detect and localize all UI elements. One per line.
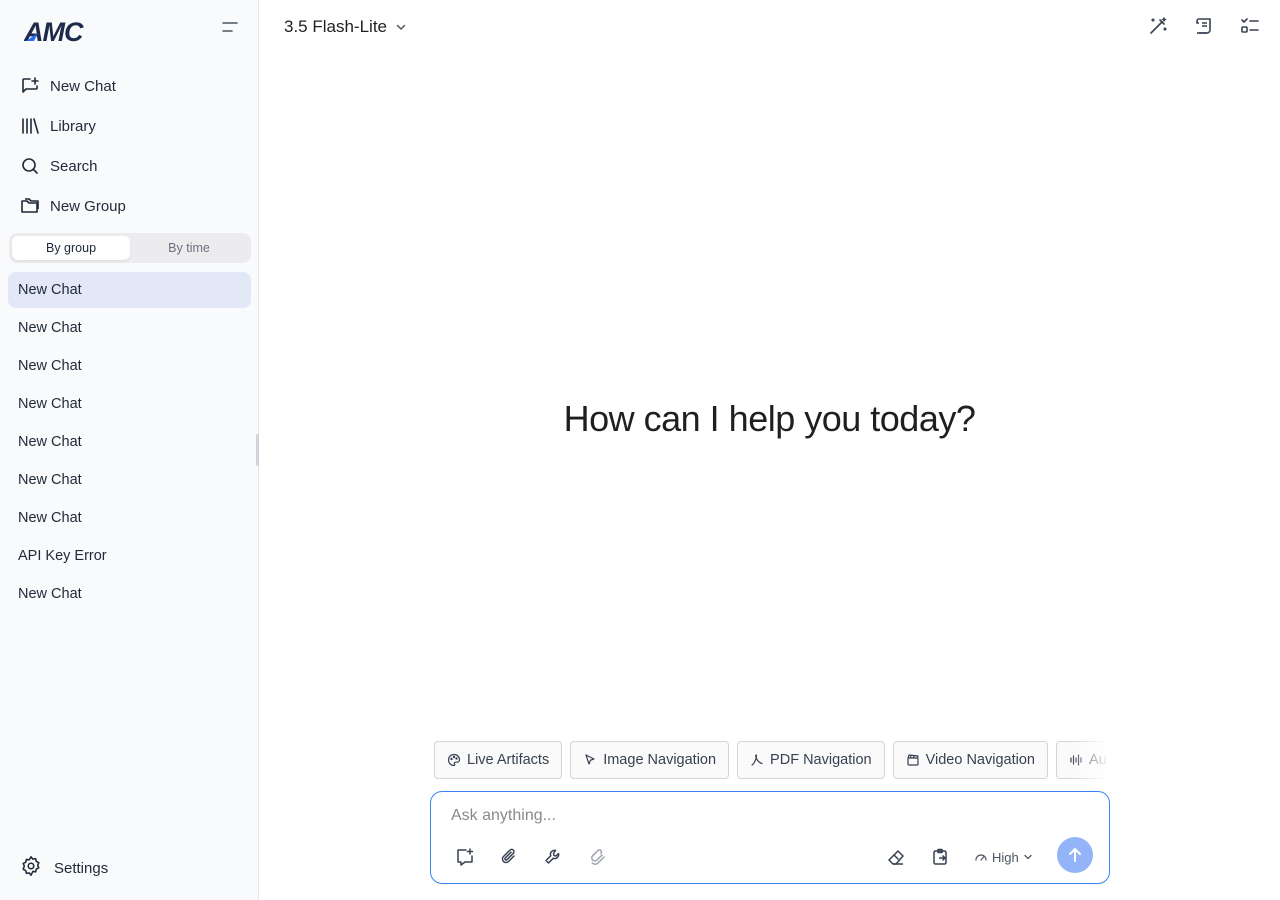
chip-label: Live Artifacts — [467, 752, 550, 768]
settings-button[interactable]: Settings — [20, 852, 108, 884]
chip-label: Image Navigation — [603, 752, 717, 768]
sidebar: AMC New Chat Library Search New Group By… — [0, 0, 259, 900]
chat-list: New Chat New Chat New Chat New Chat New … — [8, 272, 251, 614]
model-selector[interactable]: 3.5 Flash-Lite — [284, 14, 407, 40]
model-name: 3.5 Flash-Lite — [284, 17, 387, 36]
library-icon — [20, 116, 40, 136]
nav-label: Search — [50, 157, 98, 175]
tools-button[interactable] — [541, 845, 565, 869]
gauge-icon — [975, 854, 987, 861]
tab-by-group[interactable]: By group — [12, 236, 130, 260]
greeting-heading: How can I help you today? — [563, 398, 976, 439]
new-chat-icon — [20, 76, 40, 96]
settings-label: Settings — [54, 859, 109, 877]
tab-by-time[interactable]: By time — [130, 236, 248, 260]
new-topic-icon — [457, 848, 474, 866]
nav-label: Library — [50, 117, 96, 135]
chat-list-item[interactable]: New Chat — [8, 272, 251, 308]
chat-list-item[interactable]: New Chat — [8, 348, 251, 384]
chat-list-item[interactable]: New Chat — [8, 310, 251, 346]
task-list-button[interactable] — [1238, 14, 1262, 38]
new-topic-button[interactable] — [453, 845, 477, 869]
chat-list-item[interactable]: New Chat — [8, 386, 251, 422]
paperclip-icon — [501, 848, 515, 864]
amc-logo[interactable]: AMC — [23, 16, 126, 47]
clapperboard-icon — [906, 753, 920, 767]
chevron-down-icon — [1024, 854, 1032, 860]
search-icon — [20, 156, 40, 176]
chip-label: Video Navigation — [925, 752, 1035, 768]
nav-new-group[interactable]: New Group — [12, 188, 248, 224]
reasoning-effort-value: High — [992, 849, 1019, 865]
nav-new-chat[interactable]: New Chat — [12, 68, 248, 104]
attach-file-button[interactable] — [497, 845, 521, 869]
suggestion-chips: Live Artifacts Image Navigation PDF Navi… — [434, 741, 1110, 779]
collapse-icon — [222, 22, 238, 32]
message-input[interactable] — [451, 804, 1071, 828]
send-button[interactable] — [1057, 837, 1093, 873]
chip-live-artifacts[interactable]: Live Artifacts — [434, 741, 563, 779]
clear-context-button[interactable] — [884, 845, 908, 869]
folder-icon — [20, 196, 40, 216]
eraser-icon — [888, 850, 904, 865]
nav-label: New Chat — [50, 77, 116, 95]
paperclip-multi-icon — [591, 849, 605, 865]
message-composer: High — [430, 791, 1110, 884]
chat-list-item[interactable]: New Chat — [8, 576, 251, 612]
paste-context-button[interactable] — [928, 845, 952, 869]
task-list-icon — [1241, 18, 1259, 33]
magic-wand-icon — [1150, 17, 1167, 34]
logo-text: AMC — [24, 17, 84, 46]
prompt-scroll-icon — [1196, 18, 1211, 34]
chevron-down-icon — [395, 21, 407, 33]
knowledge-base-button[interactable] — [585, 845, 609, 869]
nav-search[interactable]: Search — [12, 148, 248, 184]
collapse-sidebar-button[interactable] — [218, 16, 240, 38]
chat-list-item[interactable]: New Chat — [8, 424, 251, 460]
chip-video-navigation[interactable]: Video Navigation — [892, 741, 1048, 779]
chip-pdf-navigation[interactable]: PDF Navigation — [737, 741, 885, 779]
cursor-icon — [583, 753, 597, 767]
reasoning-effort-select[interactable]: High — [974, 847, 1033, 867]
nav-label: New Group — [50, 197, 126, 215]
wrench-icon — [545, 849, 560, 864]
clipboard-icon — [933, 848, 947, 865]
chip-label: PDF Navigation — [770, 752, 872, 768]
nav-library[interactable]: Library — [12, 108, 248, 144]
chat-list-item[interactable]: New Chat — [8, 462, 251, 498]
palette-icon — [447, 753, 461, 767]
chip-image-navigation[interactable]: Image Navigation — [570, 741, 730, 779]
chat-grouping-toggle: By group By time — [9, 233, 251, 263]
gear-icon — [20, 855, 42, 882]
chips-fade-overlay — [1070, 741, 1110, 779]
magic-wand-button[interactable] — [1146, 14, 1170, 38]
chat-list-item[interactable]: API Key Error — [8, 538, 251, 574]
prompt-scroll-button[interactable] — [1192, 14, 1216, 38]
arrow-up-icon — [1069, 848, 1081, 862]
pdf-icon — [750, 753, 764, 767]
chat-list-item[interactable]: New Chat — [8, 500, 251, 536]
